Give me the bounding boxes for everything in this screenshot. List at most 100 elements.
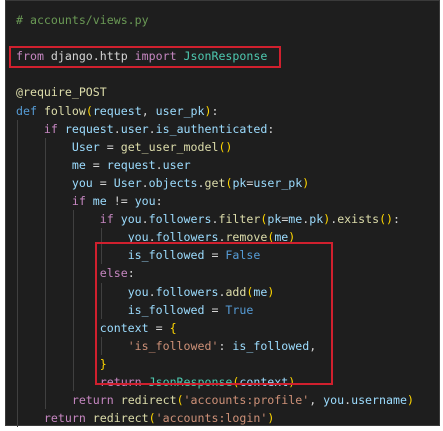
identifier-token: me xyxy=(253,284,268,299)
code-line[interactable]: you.followers.add(me) xyxy=(16,283,275,301)
code-text: , xyxy=(141,103,156,118)
identifier-token: is_followed xyxy=(127,302,205,317)
code-line[interactable]: User = get_user_model() xyxy=(16,138,233,156)
bracket-token: } xyxy=(99,356,107,371)
code-line[interactable]: } xyxy=(16,355,107,373)
identifier-token: pk xyxy=(267,212,282,227)
code-text: : xyxy=(393,212,401,227)
code-text: : xyxy=(218,338,233,353)
identifier-token: me xyxy=(92,194,107,208)
function-name-token: exists xyxy=(337,212,380,227)
bracket-token: ( xyxy=(85,103,93,118)
code-line[interactable]: 'is_followed': is_followed, xyxy=(16,337,316,355)
identifier-token: user_pk xyxy=(155,103,205,118)
identifier-token: you xyxy=(134,194,156,208)
code-line[interactable]: if request.user.is_authenticated: xyxy=(16,120,274,138)
control-keyword-token: if xyxy=(99,212,114,227)
code-line[interactable]: you = User.objects.get(pk=user_pk) xyxy=(16,174,309,192)
identifier-token: me xyxy=(274,230,289,245)
code-text: . xyxy=(141,175,149,190)
bracket-token: ) xyxy=(267,284,275,299)
identifier-token: user_pk xyxy=(253,175,303,190)
function-name-token: remove xyxy=(225,230,268,245)
identifier-token: is_followed xyxy=(127,248,205,263)
bracket-token: ) xyxy=(406,393,414,408)
code-text: : xyxy=(267,121,275,136)
code-line[interactable]: is_followed = False xyxy=(16,246,261,264)
identifier-token: username xyxy=(351,393,407,408)
keyword-token: True xyxy=(225,302,254,317)
identifier-token: User xyxy=(113,175,142,190)
code-text: = xyxy=(204,248,226,263)
code-line[interactable]: if you.followers.filter(pk=me.pk).exists… xyxy=(16,210,400,228)
function-name-token: get_user_model xyxy=(120,139,219,154)
identifier-token: followers xyxy=(155,230,219,245)
code-line[interactable]: return redirect('accounts:login') xyxy=(16,409,274,427)
function-name-token: @require_POST xyxy=(16,85,107,100)
class-name-token: JsonResponse xyxy=(148,375,233,389)
function-name-token: filter xyxy=(218,212,261,227)
identifier-token: request xyxy=(92,103,142,118)
identifier-token: User xyxy=(71,139,100,154)
code-line[interactable]: if me != you: xyxy=(16,192,163,210)
code-line[interactable]: else: xyxy=(16,264,135,282)
code-text: . xyxy=(155,157,163,172)
code-line[interactable]: return redirect('accounts:profile', you.… xyxy=(16,391,414,409)
control-keyword-token: return xyxy=(71,393,114,408)
identifier-token: you xyxy=(127,230,149,245)
bracket-token: ) xyxy=(302,175,310,190)
code-editor[interactable]: # accounts/views.py from django.http impo… xyxy=(5,0,440,428)
control-keyword-token: return xyxy=(99,375,142,389)
code-line[interactable]: you.followers.remove(me) xyxy=(16,228,296,246)
bracket-token: () xyxy=(218,139,233,154)
code-text: , xyxy=(309,338,317,353)
class-name-token: JsonResponse xyxy=(183,49,268,64)
function-name-token: redirect xyxy=(120,393,177,408)
function-name-token: redirect xyxy=(92,411,149,426)
function-name-token: get xyxy=(204,175,226,190)
code-text: . xyxy=(148,284,156,299)
control-keyword-token: if xyxy=(71,194,86,208)
code-text: . xyxy=(141,212,149,227)
code-text: , xyxy=(309,393,324,408)
control-keyword-token: return xyxy=(43,411,86,426)
string-literal-token: 'accounts:login' xyxy=(155,411,268,426)
code-text: : xyxy=(211,103,219,118)
code-line[interactable]: context = { xyxy=(16,319,177,337)
code-line[interactable]: @require_POST xyxy=(16,83,107,101)
code-line[interactable]: # accounts/views.py xyxy=(16,11,149,29)
code-line[interactable]: me = request.user xyxy=(16,156,191,174)
code-line[interactable]: return JsonResponse(context) xyxy=(16,373,295,391)
string-literal-token: 'is_followed' xyxy=(127,338,219,353)
function-name-token: add xyxy=(225,284,247,299)
code-line[interactable]: is_followed = True xyxy=(16,301,254,319)
code-text: : xyxy=(127,266,135,281)
control-keyword-token: else xyxy=(99,266,128,281)
identifier-token: objects xyxy=(148,175,198,190)
code-line[interactable]: from django.http import JsonResponse xyxy=(16,47,267,65)
control-keyword-token: import xyxy=(134,49,177,64)
identifier-token: context xyxy=(99,320,149,335)
bracket-token: () xyxy=(379,212,394,227)
code-line[interactable]: def follow(request, user_pk): xyxy=(16,102,219,120)
bracket-token: ) xyxy=(288,375,296,389)
identifier-token: you xyxy=(323,393,345,408)
bracket-token: { xyxy=(169,320,177,335)
bracket-token: ( xyxy=(148,411,156,426)
